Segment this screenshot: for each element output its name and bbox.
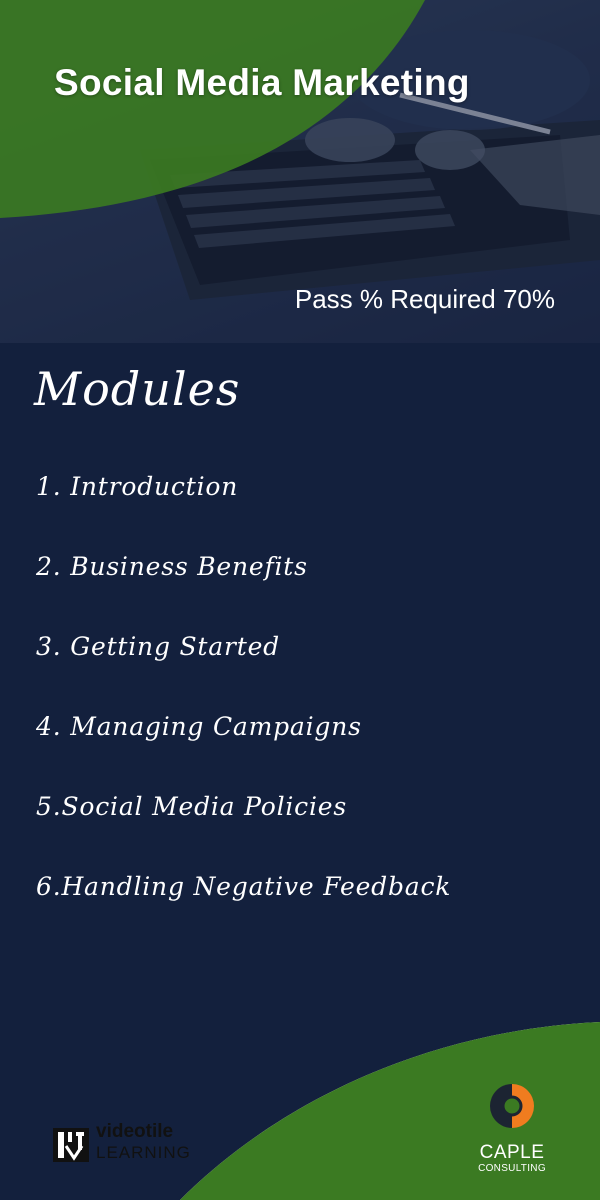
module-item-getting-started[interactable]: 3. Getting Started <box>36 625 451 705</box>
caple-sub: CONSULTING <box>478 1163 546 1174</box>
module-item-social-media-policies[interactable]: 5.Social Media Policies <box>36 785 451 865</box>
modules-heading: Modules <box>34 362 241 416</box>
videotile-mark-icon <box>53 1128 89 1162</box>
module-list: 1. Introduction 2. Business Benefits 3. … <box>36 465 451 945</box>
videotile-logo: videotile LEARNING <box>52 1122 212 1166</box>
caple-mark-icon <box>490 1084 534 1128</box>
module-item-business-benefits[interactable]: 2. Business Benefits <box>36 545 451 625</box>
module-item-handling-negative-feedback[interactable]: 6.Handling Negative Feedback <box>36 865 451 945</box>
videotile-name: videotile <box>96 1121 174 1142</box>
module-item-introduction[interactable]: 1. Introduction <box>36 465 451 545</box>
hero-banner: Social Media Marketing Pass % Required 7… <box>0 0 600 343</box>
module-item-managing-campaigns[interactable]: 4. Managing Campaigns <box>36 705 451 785</box>
course-title: Social Media Marketing <box>54 62 470 103</box>
caple-logo: CAPLE CONSULTING <box>472 1082 552 1174</box>
videotile-sub: LEARNING <box>96 1143 191 1162</box>
caple-name: CAPLE <box>479 1142 545 1163</box>
pass-requirement: Pass % Required 70% <box>294 284 555 314</box>
